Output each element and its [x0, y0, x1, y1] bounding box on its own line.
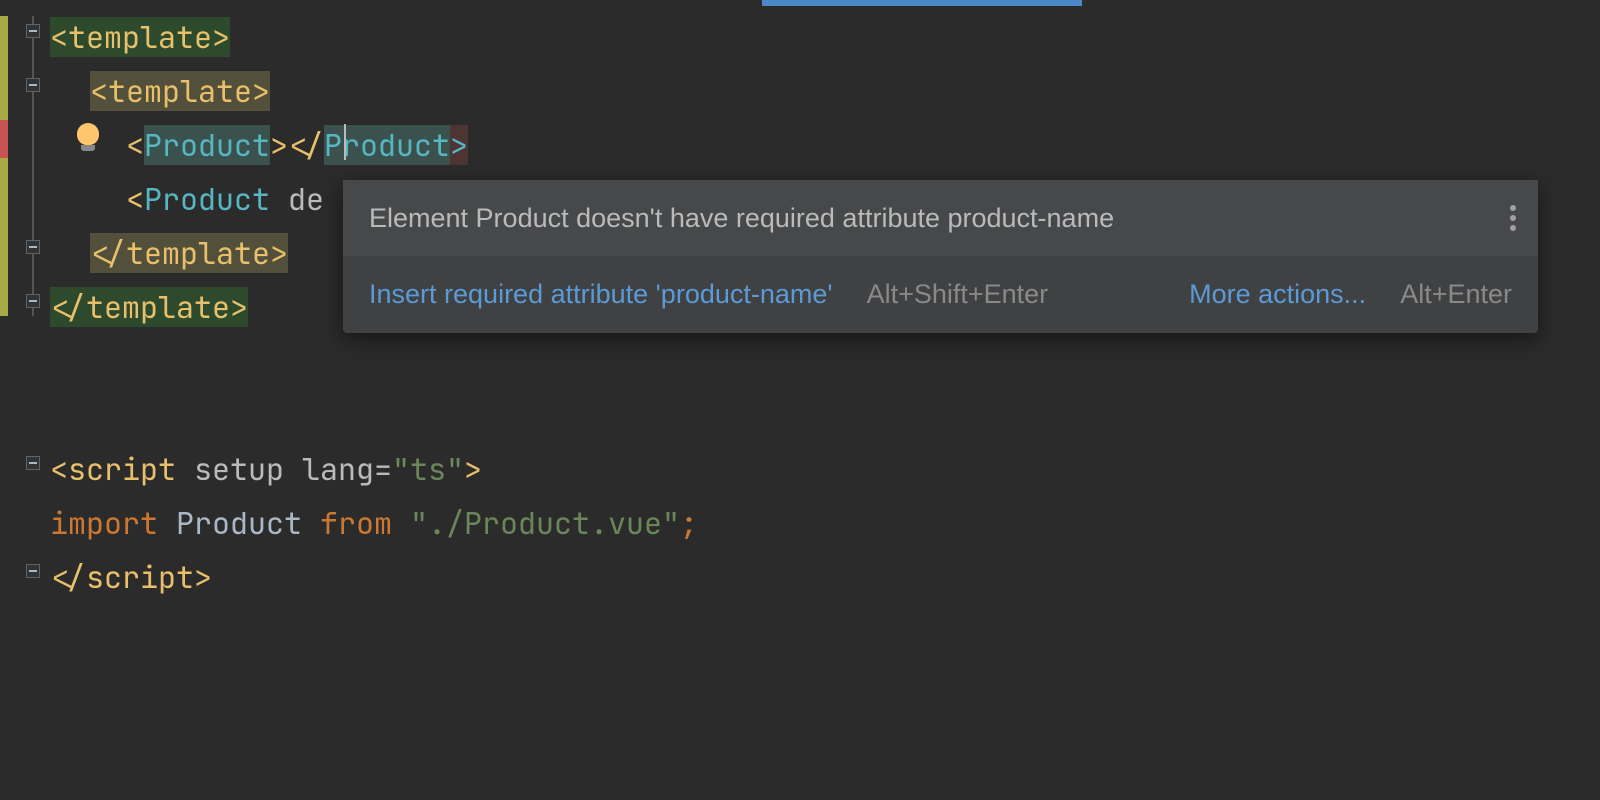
component-tag: Product: [144, 179, 270, 219]
bracket: >: [194, 557, 212, 597]
tag-name: script: [68, 449, 176, 489]
bracket: </: [90, 233, 126, 273]
component-tag: Product: [324, 125, 450, 165]
keyword: from: [320, 503, 392, 543]
change-marker-modified: [0, 16, 8, 316]
gutter: [0, 0, 46, 800]
bracket: >: [212, 17, 230, 57]
fold-toggle[interactable]: [26, 24, 40, 38]
string: "ts": [392, 449, 464, 489]
popup-header: Element Product doesn't have required at…: [343, 180, 1538, 256]
code-line[interactable]: <Product de: [126, 172, 324, 226]
bracket: <: [126, 125, 144, 165]
bracket: >: [270, 233, 288, 273]
change-marker-error: [0, 120, 8, 158]
bracket: >: [464, 449, 482, 489]
code-line[interactable]: <Product></Product>: [126, 118, 468, 172]
code-line[interactable]: import Product from "./Product.vue";: [50, 496, 698, 550]
fold-toggle[interactable]: [26, 78, 40, 92]
code-editor[interactable]: <template> <template> <Product></Product…: [0, 0, 1600, 800]
code-line[interactable]: </template>: [50, 280, 248, 334]
code-line[interactable]: </script>: [50, 550, 212, 604]
code-line[interactable]: <script setup lang="ts">: [50, 442, 482, 496]
bracket: >: [450, 125, 468, 165]
fold-guide: [32, 16, 34, 316]
kebab-menu-icon[interactable]: [1510, 205, 1516, 231]
bracket: <: [50, 17, 68, 57]
tag-name: script: [86, 557, 194, 597]
bracket: >: [230, 287, 248, 327]
bracket: >: [252, 71, 270, 111]
shortcut-hint: Alt+Enter: [1400, 279, 1512, 310]
more-actions-link[interactable]: More actions...: [1189, 279, 1366, 310]
fold-toggle[interactable]: [26, 294, 40, 308]
fold-toggle[interactable]: [26, 564, 40, 578]
keyword: import: [50, 503, 158, 543]
code-area[interactable]: <template> <template> <Product></Product…: [46, 0, 1600, 800]
lightbulb-icon[interactable]: [75, 123, 101, 153]
fold-toggle[interactable]: [26, 456, 40, 470]
attribute: setup: [194, 449, 284, 489]
attribute: de: [288, 179, 324, 219]
bracket: <: [90, 71, 108, 111]
shortcut-hint: Alt+Shift+Enter: [867, 279, 1049, 310]
quick-fix-action[interactable]: Insert required attribute 'product-name': [369, 279, 833, 310]
text-cursor: [344, 124, 346, 160]
fold-toggle[interactable]: [26, 240, 40, 254]
attribute: lang: [302, 449, 374, 489]
bracket: </: [50, 287, 86, 327]
tag-name: template: [68, 17, 212, 57]
tag-name: template: [108, 71, 252, 111]
string: "./Product.vue": [410, 503, 680, 543]
code-line[interactable]: </template>: [90, 226, 288, 280]
tag-name: template: [86, 287, 230, 327]
bracket: <: [126, 179, 144, 219]
tag-name: template: [126, 233, 270, 273]
component-tag: Product: [144, 125, 270, 165]
code-line[interactable]: <template>: [50, 10, 230, 64]
code-line[interactable]: <template>: [90, 64, 270, 118]
popup-actions: Insert required attribute 'product-name'…: [343, 256, 1538, 333]
bracket: <: [50, 449, 68, 489]
inspection-message: Element Product doesn't have required at…: [369, 203, 1114, 234]
identifier: Product: [176, 503, 302, 543]
bracket: </: [50, 557, 86, 597]
bracket: ></: [270, 125, 324, 165]
intention-popup: Element Product doesn't have required at…: [343, 180, 1538, 333]
